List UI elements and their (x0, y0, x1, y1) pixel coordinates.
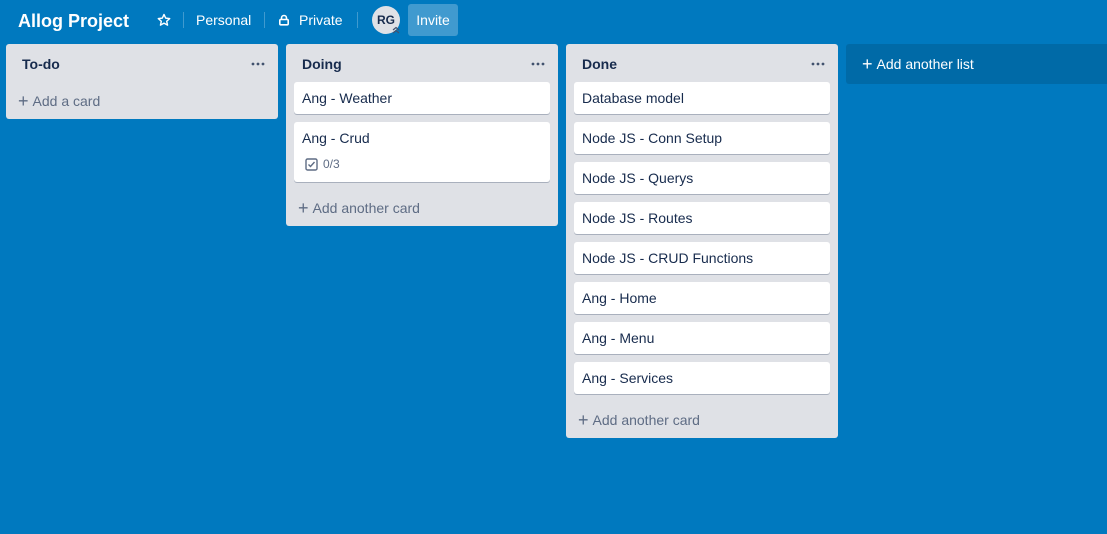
card-title: Ang - Home (582, 290, 657, 306)
card[interactable]: Ang - Services (574, 362, 830, 394)
header-divider (264, 12, 265, 28)
card[interactable]: Ang - Crud 0/3 (294, 122, 550, 182)
team-visibility-button[interactable]: Personal (196, 5, 251, 35)
card[interactable]: Ang - Menu (574, 322, 830, 354)
list-header: To-do (6, 44, 278, 82)
invite-label: Invite (416, 12, 450, 28)
checklist-badge: 0/3 (305, 156, 542, 172)
plus-icon: + (862, 54, 873, 74)
list-header: Doing (286, 44, 558, 82)
invite-button[interactable]: Invite (408, 4, 458, 36)
list-done: Done Database model Node JS - Conn Setup… (566, 44, 838, 438)
header-divider (183, 12, 184, 28)
add-card-label: Add another card (312, 200, 420, 216)
private-label: Private (299, 12, 343, 28)
list-doing: Doing Ang - Weather Ang - Crud 0/3 + Add… (286, 44, 558, 226)
card-title: Node JS - Conn Setup (582, 130, 723, 146)
more-horizontal-icon (531, 62, 545, 66)
more-horizontal-icon (811, 62, 825, 66)
list-menu-button[interactable] (810, 56, 826, 72)
card[interactable]: Ang - Weather (294, 82, 550, 114)
card-title: Ang - Weather (302, 90, 393, 106)
personal-label: Personal (196, 12, 252, 28)
card-title: Node JS - Routes (582, 210, 693, 226)
card-title: Node JS - Querys (582, 170, 694, 186)
member-avatar[interactable]: RG (372, 6, 400, 34)
add-card-button[interactable]: + Add another card (566, 402, 838, 438)
card[interactable]: Node JS - Routes (574, 202, 830, 234)
card-title: Database model (582, 90, 684, 106)
star-button[interactable] (154, 5, 174, 35)
board-title[interactable]: Allog Project (18, 10, 129, 32)
list-todo: To-do + Add a card (6, 44, 278, 119)
add-card-button[interactable]: + Add a card (6, 83, 278, 119)
add-list-label: Add another list (876, 56, 974, 72)
card[interactable]: Node JS - Conn Setup (574, 122, 830, 154)
add-list-button[interactable]: + Add another list (846, 44, 1107, 84)
header-divider (357, 12, 358, 28)
card-title: Ang - Crud (302, 130, 370, 146)
privacy-button[interactable]: Private (278, 5, 343, 35)
list-header: Done (566, 44, 838, 82)
card-title: Node JS - CRUD Functions (582, 250, 754, 266)
add-card-button[interactable]: + Add another card (286, 190, 558, 226)
checklist-count: 0/3 (323, 157, 340, 171)
lock-icon (278, 14, 289, 26)
plus-icon: + (298, 198, 309, 218)
card[interactable]: Node JS - CRUD Functions (574, 242, 830, 274)
checkbox-icon (305, 157, 318, 171)
more-horizontal-icon (251, 62, 265, 66)
list-title[interactable]: Doing (302, 56, 342, 72)
list-menu-button[interactable] (530, 56, 546, 72)
list-title[interactable]: Done (582, 56, 617, 72)
add-card-label: Add a card (32, 93, 101, 109)
plus-icon: + (578, 410, 589, 430)
admin-chevrons-icon (391, 25, 401, 35)
card[interactable]: Node JS - Querys (574, 162, 830, 194)
card-title: Ang - Menu (582, 330, 655, 346)
card-title: Ang - Services (582, 370, 674, 386)
list-title[interactable]: To-do (22, 56, 60, 72)
card[interactable]: Ang - Home (574, 282, 830, 314)
star-icon (157, 13, 171, 26)
plus-icon: + (18, 91, 29, 111)
card[interactable]: Database model (574, 82, 830, 114)
add-card-label: Add another card (592, 412, 700, 428)
list-menu-button[interactable] (250, 56, 266, 72)
board-header: Allog Project Personal Private RG Invite (0, 0, 1107, 40)
